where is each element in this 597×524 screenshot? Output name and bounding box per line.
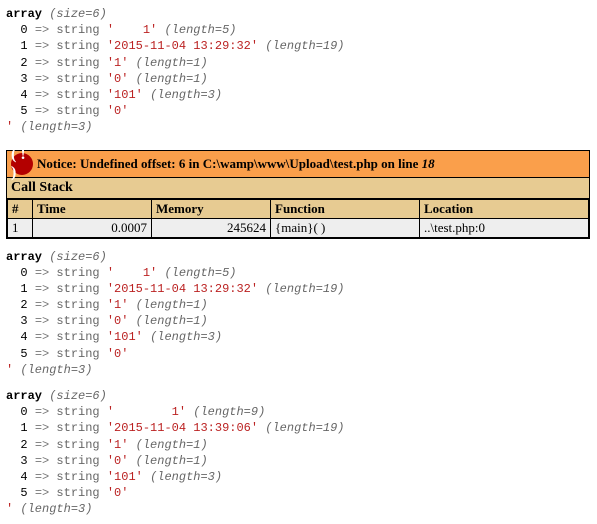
php-notice-box: ( ! ) Notice: Undefined offset: 6 in C:\… xyxy=(6,150,590,239)
notice-path: C:\wamp\www\Upload\test.php xyxy=(203,156,378,171)
error-icon: ( ! ) xyxy=(11,153,33,175)
notice-line: 18 xyxy=(422,156,435,171)
cell-memory: 245624 xyxy=(152,218,271,237)
cell-index: 1 xyxy=(8,218,33,237)
call-stack-title: Call Stack xyxy=(7,178,589,199)
cell-location: ..\test.php:0 xyxy=(420,218,589,237)
notice-text: Notice: Undefined offset: 6 in C:\wamp\w… xyxy=(37,156,435,172)
col-function: Function xyxy=(271,199,420,218)
notice-header: ( ! ) Notice: Undefined offset: 6 in C:\… xyxy=(7,151,589,178)
var-dump-block: array (size=6) 0 => string ' 1' (length=… xyxy=(6,388,591,518)
col-index: # xyxy=(8,199,33,218)
col-time: Time xyxy=(33,199,152,218)
notice-label: Notice: xyxy=(37,156,77,171)
cell-function: {main}( ) xyxy=(271,218,420,237)
table-row: 1 0.0007 245624 {main}( ) ..\test.php:0 xyxy=(8,218,589,237)
var-dump-block: array (size=6) 0 => string ' 1' (length=… xyxy=(6,249,591,379)
notice-msg-a: Undefined offset: 6 in xyxy=(80,156,203,171)
col-location: Location xyxy=(420,199,589,218)
call-stack-table: # Time Memory Function Location 1 0.0007… xyxy=(7,199,589,238)
var-dump-block: array (size=6) 0 => string ' 1' (length=… xyxy=(6,6,591,136)
notice-msg-c: on line xyxy=(378,156,422,171)
cell-time: 0.0007 xyxy=(33,218,152,237)
col-memory: Memory xyxy=(152,199,271,218)
